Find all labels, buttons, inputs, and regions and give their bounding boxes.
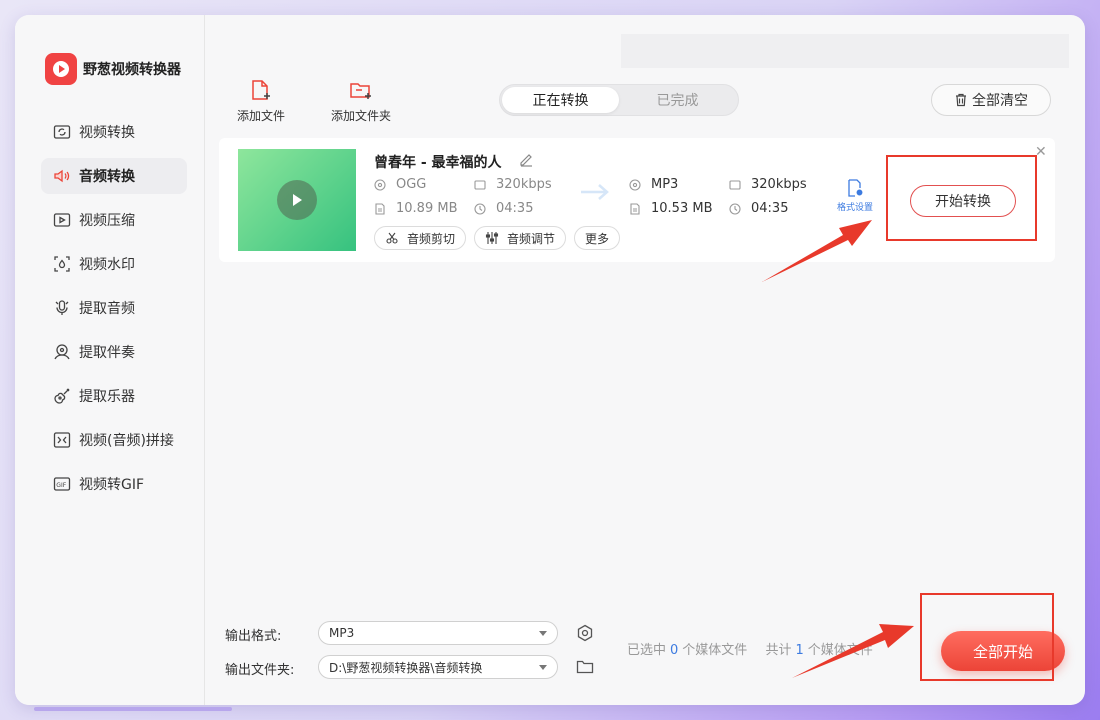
video-watermark-icon — [53, 255, 71, 273]
file-title: 曾春年 - 最幸福的人 — [374, 155, 502, 171]
bitrate-icon — [729, 179, 741, 190]
extract-accompaniment-icon — [53, 343, 71, 361]
output-folder-select[interactable]: D:\野葱视频转换器\音频转换 — [318, 655, 558, 679]
add-file-button[interactable]: 添加文件 — [225, 79, 297, 124]
sidebar: 野葱视频转换器 视频转换 音频转换 视频压缩 视频水印 提取音频 提取伴奏 提取… — [15, 15, 205, 705]
scrollbar-indicator[interactable] — [34, 707, 232, 711]
extract-audio-icon — [53, 299, 71, 317]
format-settings-icon — [848, 179, 863, 197]
equalizer-icon — [485, 232, 499, 244]
audio-adjust-button[interactable]: 音频调节 — [474, 226, 567, 250]
sidebar-item-video-watermark[interactable]: 视频水印 — [41, 246, 187, 282]
video-convert-icon — [53, 123, 71, 141]
highlight-box-start-all — [920, 593, 1054, 681]
folder-icon[interactable] — [576, 659, 594, 675]
clock-icon — [474, 202, 486, 215]
highlight-box-start-convert — [886, 155, 1037, 241]
title-bar-area — [621, 34, 1069, 68]
audio-convert-icon — [53, 167, 71, 185]
arrow-right-icon — [581, 184, 609, 200]
scissors-icon — [386, 232, 398, 244]
sidebar-item-video-compress[interactable]: 视频压缩 — [41, 202, 187, 238]
tab-completed[interactable]: 已完成 — [619, 87, 736, 113]
trash-icon — [956, 93, 966, 107]
source-format: OGG — [374, 177, 426, 192]
brand: 野葱视频转换器 — [45, 53, 181, 85]
format-icon — [629, 178, 641, 191]
sidebar-item-video-to-gif[interactable]: GIF 视频转GIF — [41, 466, 187, 502]
source-bitrate: 320kbps — [474, 177, 552, 192]
file-thumbnail — [238, 149, 356, 251]
clock-icon — [729, 202, 741, 215]
sidebar-item-extract-audio[interactable]: 提取音频 — [41, 290, 187, 326]
svg-text:GIF: GIF — [56, 482, 66, 489]
audio-cut-button[interactable]: 音频剪切 — [374, 226, 467, 250]
file-counts: 已选中 0 个媒体文件 共计 1 个媒体文件 — [627, 643, 873, 658]
file-size-icon — [375, 202, 385, 215]
format-settings-button[interactable]: 格式设置 — [834, 178, 876, 213]
output-folder-label: 输出文件夹: — [225, 663, 295, 678]
source-duration: 04:35 — [474, 201, 533, 216]
file-size-icon — [630, 202, 640, 215]
clear-all-button[interactable]: 全部清空 — [931, 84, 1051, 116]
target-bitrate: 320kbps — [729, 177, 807, 192]
sidebar-item-extract-instrument[interactable]: 提取乐器 — [41, 378, 187, 414]
play-icon[interactable] — [277, 180, 317, 220]
sidebar-item-audio-convert[interactable]: 音频转换 — [41, 158, 187, 194]
add-folder-button[interactable]: 添加文件夹 — [325, 79, 397, 124]
tab-converting[interactable]: 正在转换 — [502, 87, 619, 113]
sidebar-item-extract-accompaniment[interactable]: 提取伴奏 — [41, 334, 187, 370]
chevron-down-icon — [539, 665, 547, 670]
source-size: 10.89 MB — [374, 201, 457, 216]
add-file-icon — [252, 80, 270, 100]
target-format: MP3 — [629, 177, 678, 192]
sidebar-item-video-convert[interactable]: 视频转换 — [41, 114, 187, 150]
sidebar-nav: 视频转换 音频转换 视频压缩 视频水印 提取音频 提取伴奏 提取乐器 视频(音频… — [41, 114, 187, 510]
sidebar-item-merge[interactable]: 视频(音频)拼接 — [41, 422, 187, 458]
app-logo-icon — [45, 53, 77, 85]
output-format-label: 输出格式: — [225, 629, 282, 644]
bitrate-icon — [474, 179, 486, 190]
status-tabs: 正在转换 已完成 — [499, 84, 739, 116]
add-folder-icon — [350, 83, 371, 99]
merge-icon — [53, 431, 71, 449]
app-name: 野葱视频转换器 — [83, 62, 181, 78]
video-compress-icon — [53, 211, 71, 229]
output-format-select[interactable]: MP3 — [318, 621, 558, 645]
format-icon — [374, 178, 386, 191]
target-size: 10.53 MB — [629, 201, 712, 216]
settings-hexagon-icon[interactable] — [576, 624, 594, 642]
more-button[interactable]: 更多 — [574, 226, 621, 250]
edit-title-icon[interactable] — [519, 152, 534, 167]
gif-icon: GIF — [53, 475, 71, 493]
guitar-icon — [53, 387, 71, 405]
chevron-down-icon — [539, 631, 547, 636]
target-duration: 04:35 — [729, 201, 788, 216]
